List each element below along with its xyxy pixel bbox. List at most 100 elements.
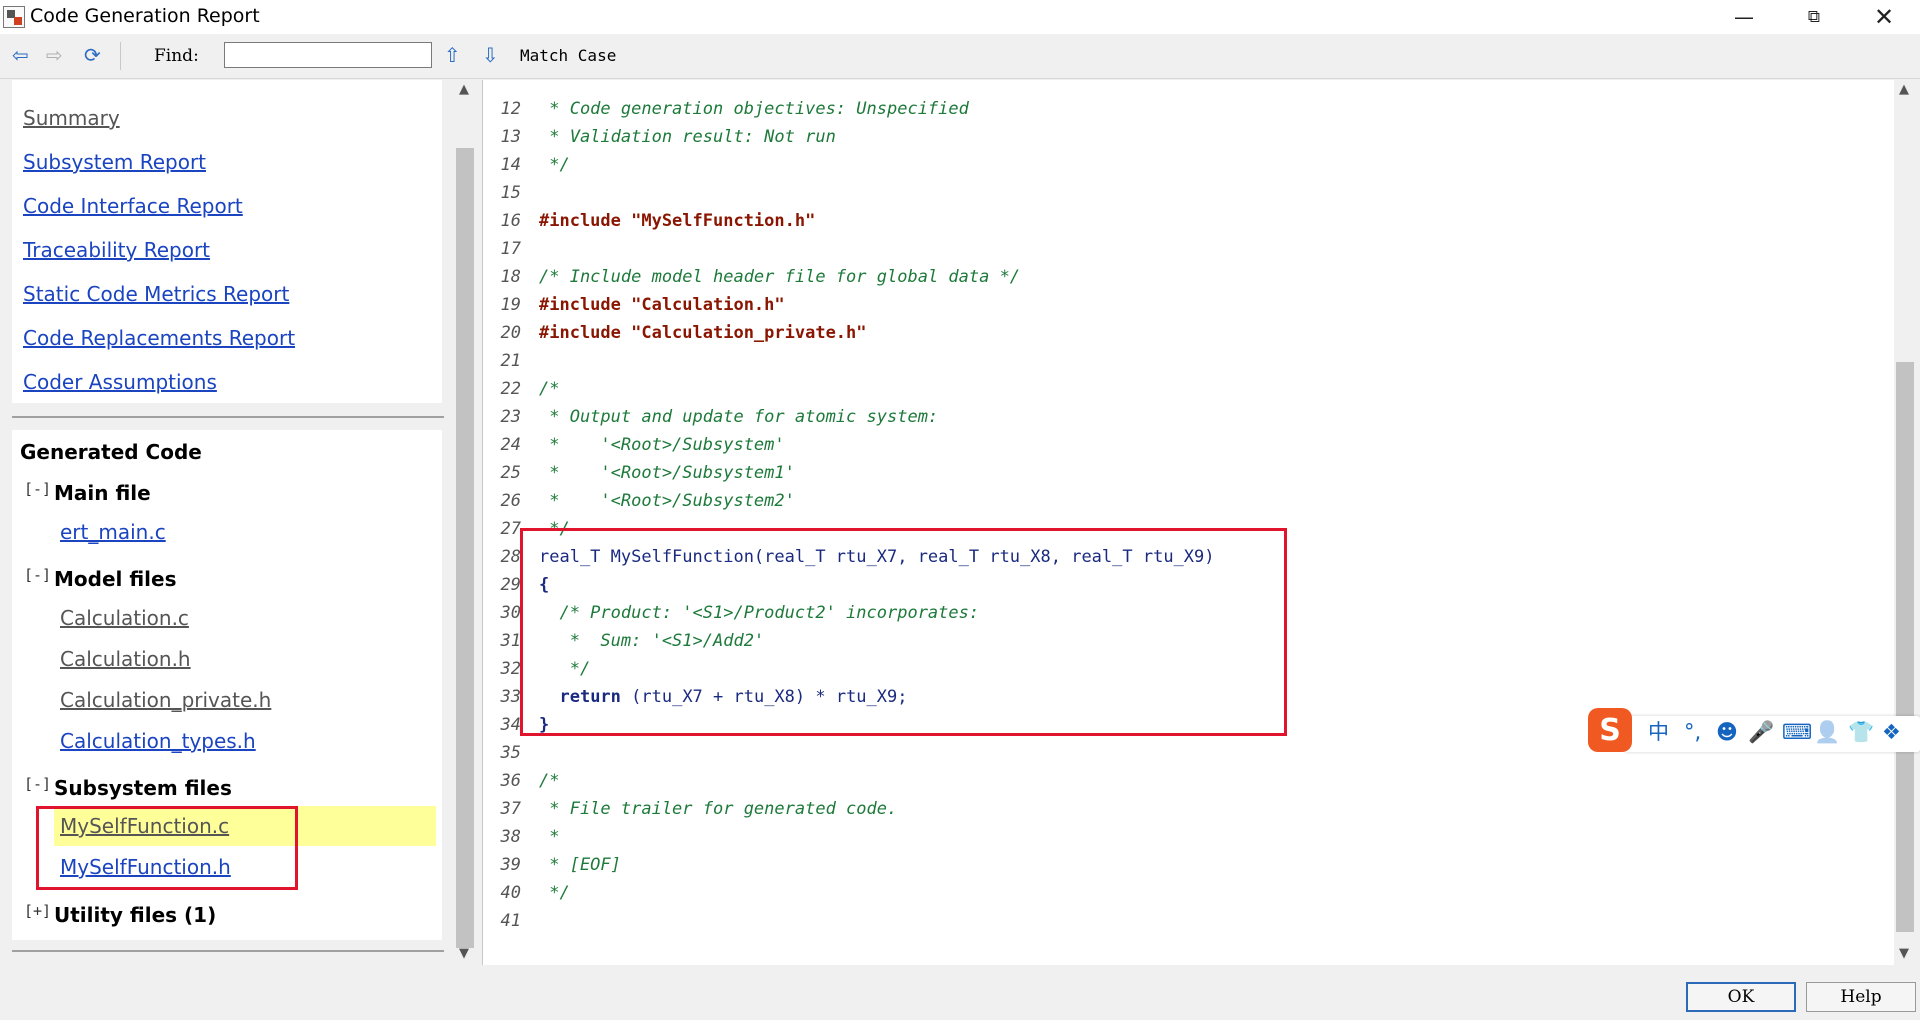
chinese-mode-icon[interactable]: 中 bbox=[1648, 719, 1669, 745]
file-link-calculation-private-h[interactable]: Calculation_private.h bbox=[60, 688, 271, 712]
find-label: Find: bbox=[154, 46, 199, 66]
code-text: * File trailer for generated code. bbox=[539, 799, 898, 819]
scroll-up-icon[interactable]: ▲ bbox=[459, 82, 469, 97]
help-button[interactable]: Help bbox=[1806, 982, 1916, 1012]
code-line: 41 bbox=[483, 907, 1883, 935]
match-case-option[interactable]: Match Case bbox=[520, 46, 616, 65]
keyboard-icon[interactable]: ⌨ bbox=[1782, 719, 1812, 745]
code-text: * Code generation objectives: Unspecifie… bbox=[539, 99, 969, 119]
code-text: * Validation result: Not run bbox=[539, 127, 836, 147]
line-number: 12 bbox=[500, 99, 521, 119]
line-number: 18 bbox=[500, 267, 521, 287]
nav-link-code-interface-report[interactable]: Code Interface Report bbox=[23, 194, 243, 218]
ime-toolbar: S 中 °, ☻ 🎤 ⌨ 👤 👕 ❖ bbox=[1588, 708, 1920, 756]
expand-icon[interactable]: [+] bbox=[24, 902, 51, 920]
annotation-box-function bbox=[520, 528, 1287, 736]
file-link-calculation-h[interactable]: Calculation.h bbox=[60, 647, 191, 671]
line-number: 15 bbox=[500, 183, 521, 203]
collapse-icon[interactable]: [-] bbox=[24, 480, 51, 498]
file-link-ert-main-c[interactable]: ert_main.c bbox=[60, 520, 166, 544]
skin-icon[interactable]: 👕 bbox=[1848, 719, 1874, 745]
code-text: #include "Calculation.h" bbox=[539, 295, 785, 315]
code-line: 38 * bbox=[483, 823, 1883, 851]
ime-logo-icon[interactable]: S bbox=[1588, 708, 1632, 752]
line-number: 30 bbox=[500, 603, 521, 623]
collapse-icon[interactable]: [-] bbox=[24, 775, 51, 793]
nav-link-coder-assumptions[interactable]: Coder Assumptions bbox=[23, 370, 217, 394]
arrow-right-icon[interactable]: ⇨ bbox=[46, 44, 63, 66]
line-number: 32 bbox=[500, 659, 521, 679]
line-number: 35 bbox=[500, 743, 521, 763]
code-text: /* Include model header file for global … bbox=[539, 267, 1021, 287]
annotation-box-files bbox=[36, 806, 298, 890]
code-text: * [EOF] bbox=[539, 855, 621, 875]
line-number: 26 bbox=[500, 491, 521, 511]
line-number: 38 bbox=[500, 827, 521, 847]
minimize-icon[interactable]: — bbox=[1710, 0, 1778, 34]
restore-icon[interactable]: ⧉ bbox=[1780, 0, 1848, 34]
emoji-icon[interactable]: ☻ bbox=[1716, 719, 1738, 745]
code-line: 23 * Output and update for atomic system… bbox=[483, 403, 1883, 431]
code-line: 26 * '<Root>/Subsystem2' bbox=[483, 487, 1883, 515]
nav-link-static-code-metrics-report[interactable]: Static Code Metrics Report bbox=[23, 282, 289, 306]
scroll-thumb[interactable] bbox=[1896, 362, 1914, 932]
code-line: 19 #include "Calculation.h" bbox=[483, 291, 1883, 319]
group-subsystem-files: Subsystem files bbox=[54, 776, 232, 800]
line-number: 34 bbox=[500, 715, 521, 735]
arrow-down-icon[interactable]: ⇩ bbox=[482, 44, 499, 66]
code-line: 36 /* bbox=[483, 767, 1883, 795]
nav-link-subsystem-report[interactable]: Subsystem Report bbox=[23, 150, 206, 174]
window-title: Code Generation Report bbox=[30, 5, 260, 27]
code-line: 16 #include "MySelfFunction.h" bbox=[483, 207, 1883, 235]
code-scrollbar[interactable]: ▲ ▼ bbox=[1894, 80, 1916, 965]
file-link-calculation-c[interactable]: Calculation.c bbox=[60, 606, 189, 630]
group-utility-files[interactable]: Utility files (1) bbox=[54, 903, 216, 927]
arrow-left-icon[interactable]: ⇦ bbox=[12, 44, 29, 66]
nav-link-summary[interactable]: Summary bbox=[23, 106, 120, 130]
apps-icon[interactable]: ❖ bbox=[1882, 719, 1901, 745]
code-text: * '<Root>/Subsystem' bbox=[539, 435, 785, 455]
line-number: 19 bbox=[500, 295, 521, 315]
code-line: 40 */ bbox=[483, 879, 1883, 907]
nav-link-code-replacements-report[interactable]: Code Replacements Report bbox=[23, 326, 295, 350]
code-line: 18 /* Include model header file for globa… bbox=[483, 263, 1883, 291]
title-bar: Code Generation Report — ⧉ ✕ bbox=[0, 0, 1920, 34]
line-number: 29 bbox=[500, 575, 521, 595]
code-line: 22 /* bbox=[483, 375, 1883, 403]
code-line: 17 bbox=[483, 235, 1883, 263]
scroll-up-icon[interactable]: ▲ bbox=[1899, 82, 1909, 97]
code-text: /* bbox=[539, 771, 560, 791]
find-input[interactable] bbox=[224, 42, 432, 68]
scroll-down-icon[interactable]: ▼ bbox=[459, 946, 469, 961]
line-number: 37 bbox=[500, 799, 521, 819]
scroll-down-icon[interactable]: ▼ bbox=[1899, 946, 1909, 961]
line-number: 39 bbox=[500, 855, 521, 875]
user-icon[interactable]: 👤 bbox=[1814, 719, 1840, 745]
line-number: 31 bbox=[500, 631, 521, 651]
left-scrollbar[interactable]: ▲ ▼ bbox=[454, 80, 476, 965]
line-number: 16 bbox=[500, 211, 521, 231]
code-line: 15 bbox=[483, 179, 1883, 207]
line-number: 17 bbox=[500, 239, 521, 259]
line-number: 33 bbox=[500, 687, 521, 707]
scroll-thumb[interactable] bbox=[456, 148, 474, 948]
refresh-icon[interactable]: ⟳ bbox=[84, 44, 101, 66]
close-icon[interactable]: ✕ bbox=[1850, 0, 1918, 34]
file-link-calculation-types-h[interactable]: Calculation_types.h bbox=[60, 729, 256, 753]
toolbar-separator bbox=[120, 42, 121, 70]
app-icon bbox=[3, 6, 25, 28]
code-text: /* bbox=[539, 379, 560, 399]
code-text: * Output and update for atomic system: bbox=[539, 407, 939, 427]
collapse-icon[interactable]: [-] bbox=[24, 566, 51, 584]
ok-button[interactable]: OK bbox=[1686, 982, 1796, 1012]
code-text: * '<Root>/Subsystem2' bbox=[539, 491, 795, 511]
nav-link-traceability-report[interactable]: Traceability Report bbox=[23, 238, 210, 262]
code-line: 21 bbox=[483, 347, 1883, 375]
microphone-icon[interactable]: 🎤 bbox=[1748, 719, 1774, 745]
code-text: */ bbox=[539, 883, 570, 903]
divider bbox=[12, 416, 444, 418]
punctuation-icon[interactable]: °, bbox=[1684, 719, 1701, 745]
line-number: 28 bbox=[500, 547, 521, 567]
arrow-up-icon[interactable]: ⇧ bbox=[444, 44, 461, 66]
line-number: 27 bbox=[500, 519, 521, 539]
